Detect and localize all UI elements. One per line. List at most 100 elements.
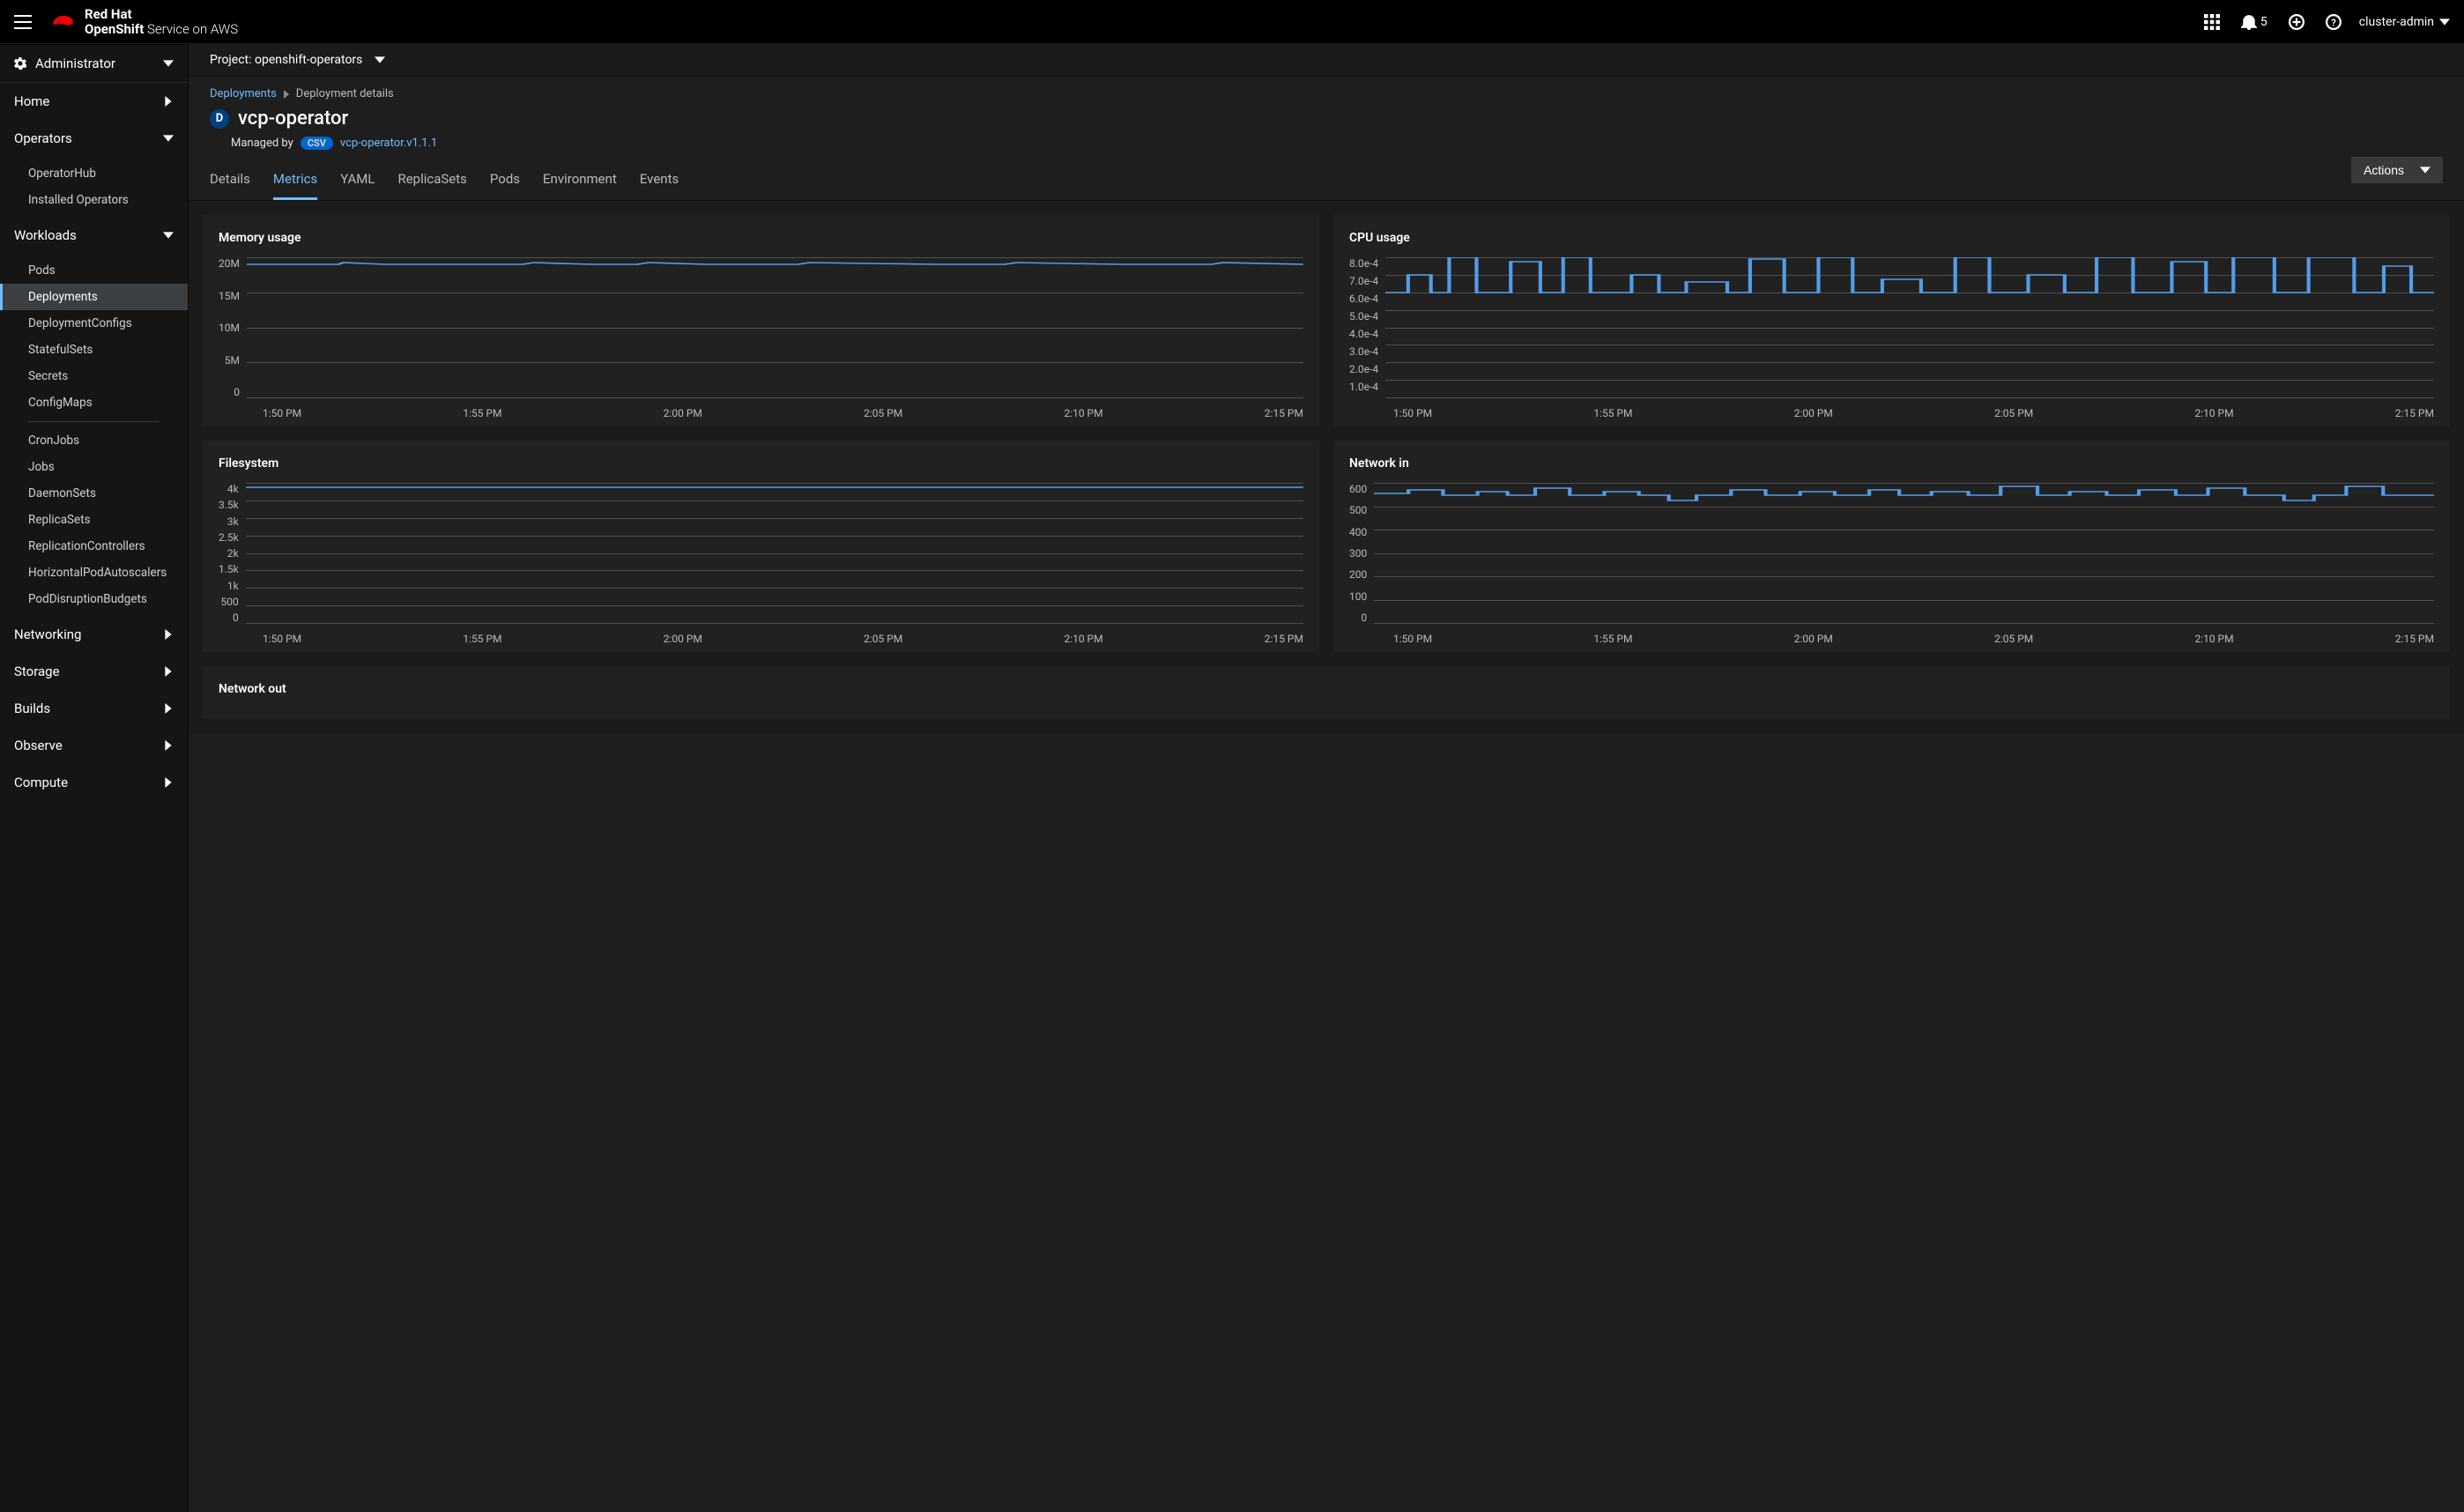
card-cpu: CPU usage 8.0e-47.0e-46.0e-45.0e-44.0e-4…: [1333, 215, 2450, 426]
sidebar-item-poddisruptionbudgets[interactable]: PodDisruptionBudgets: [0, 586, 188, 612]
actions-button[interactable]: Actions: [2351, 157, 2443, 183]
y-axis: 6005004003002001000: [1349, 483, 1374, 624]
chevron-down-icon: [163, 230, 174, 241]
csv-link[interactable]: vcp-operator.v1.1.1: [340, 137, 437, 150]
perspective-switcher[interactable]: Administrator: [0, 44, 188, 83]
deployment-badge: D: [210, 109, 229, 129]
main-content: Project: openshift-operators Deployments…: [189, 44, 2464, 1512]
sidebar-item-pods[interactable]: Pods: [0, 257, 188, 284]
caret-down-icon: [2439, 17, 2450, 27]
sidebar-item-deployments[interactable]: Deployments: [0, 284, 188, 310]
apps-icon[interactable]: [2204, 14, 2220, 30]
project-selector[interactable]: Project: openshift-operators: [189, 44, 2464, 77]
sidebar-section-workloads[interactable]: Workloads: [0, 217, 188, 254]
chevron-right-icon: [163, 96, 174, 107]
topbar: Red Hat OpenShift Service on AWS 5 ? clu…: [0, 0, 2464, 44]
chart-line: [1374, 483, 2434, 624]
chart-plot: [1385, 257, 2434, 398]
chevron-right-icon: [284, 90, 289, 99]
sidebar-item-statefulsets[interactable]: StatefulSets: [0, 337, 188, 363]
caret-down-icon: [375, 55, 385, 65]
sidebar-item-jobs[interactable]: Jobs: [0, 454, 188, 480]
card-title: Network in: [1349, 456, 2434, 471]
sidebar-item-replicationcontrollers[interactable]: ReplicationControllers: [0, 533, 188, 560]
charts-grid: Memory usage 20M15M10M5M0 1:50 PM1:55 PM…: [189, 201, 2464, 733]
redhat-logo-icon: [49, 13, 76, 31]
sidebar-section-networking[interactable]: Networking: [0, 616, 188, 653]
chevron-right-icon: [163, 740, 174, 751]
sidebar-section-home[interactable]: Home: [0, 83, 188, 120]
sidebar-item-operatorhub[interactable]: OperatorHub: [0, 160, 188, 187]
tab-details[interactable]: Details: [210, 171, 250, 200]
topbar-actions: 5 ?: [2204, 14, 2342, 30]
chart-plot: [247, 257, 1303, 398]
notifications-button[interactable]: 5: [2241, 14, 2267, 30]
tab-replicasets[interactable]: ReplicaSets: [397, 171, 466, 200]
page-title: vcp-operator: [238, 107, 348, 130]
y-axis: 4k3.5k3k2.5k2k1.5k1k5000: [219, 483, 246, 624]
notif-count: 5: [2260, 15, 2267, 29]
breadcrumb: Deployments Deployment details: [210, 87, 2443, 100]
x-axis: 1:50 PM1:55 PM2:00 PM2:05 PM2:10 PM2:15 …: [1393, 624, 2434, 645]
brand-text: Red Hat OpenShift Service on AWS: [85, 7, 238, 36]
sidebar-item-secrets[interactable]: Secrets: [0, 363, 188, 389]
chart-plot: [1374, 483, 2434, 624]
sidebar-section-builds[interactable]: Builds: [0, 690, 188, 727]
chevron-down-icon: [163, 58, 174, 69]
sidebar-item-cronjobs[interactable]: CronJobs: [0, 427, 188, 454]
tab-pods[interactable]: Pods: [490, 171, 520, 200]
chevron-right-icon: [163, 629, 174, 640]
card-title: Filesystem: [219, 456, 1303, 471]
chevron-right-icon: [163, 703, 174, 714]
brand-line1: Red Hat: [85, 7, 238, 22]
managed-by: Managed by CSV vcp-operator.v1.1.1: [231, 137, 2443, 150]
card-title: CPU usage: [1349, 231, 2434, 245]
tab-events[interactable]: Events: [640, 171, 679, 200]
y-axis: 8.0e-47.0e-46.0e-45.0e-44.0e-43.0e-42.0e…: [1349, 257, 1385, 398]
chart-plot: [246, 483, 1303, 624]
sidebar-item-horizontalpodautoscalers[interactable]: HorizontalPodAutoscalers: [0, 560, 188, 586]
sidebar-item-replicasets[interactable]: ReplicaSets: [0, 507, 188, 533]
sidebar-item-configmaps[interactable]: ConfigMaps: [0, 389, 188, 416]
tab-yaml[interactable]: YAML: [340, 171, 375, 200]
gear-icon: [14, 57, 26, 70]
chevron-down-icon: [163, 133, 174, 144]
sidebar-item-deploymentconfigs[interactable]: DeploymentConfigs: [0, 310, 188, 337]
plus-circle-icon[interactable]: [2289, 14, 2304, 30]
card-filesystem: Filesystem 4k3.5k3k2.5k2k1.5k1k5000 1:50…: [203, 441, 1319, 652]
chevron-right-icon: [163, 777, 174, 788]
chart-line: [1385, 257, 2434, 398]
sidebar-section-observe[interactable]: Observe: [0, 727, 188, 764]
x-axis: 1:50 PM1:55 PM2:00 PM2:05 PM2:10 PM2:15 …: [263, 624, 1303, 645]
breadcrumb-root[interactable]: Deployments: [210, 87, 277, 100]
hamburger-icon[interactable]: [14, 11, 35, 33]
user-name: cluster-admin: [2359, 15, 2434, 29]
page-header: Deployments Deployment details D vcp-ope…: [189, 77, 2464, 150]
sidebar-section-storage[interactable]: Storage: [0, 653, 188, 690]
sidebar-item-daemonsets[interactable]: DaemonSets: [0, 480, 188, 507]
page-title-row: D vcp-operator: [210, 107, 2443, 130]
help-icon[interactable]: ?: [2326, 14, 2342, 30]
sidebar: Administrator HomeOperators OperatorHubIn…: [0, 44, 189, 1512]
y-axis: 20M15M10M5M0: [219, 257, 247, 398]
sidebar-section-operators[interactable]: Operators: [0, 120, 188, 157]
tabs: Details Metrics YAML ReplicaSets Pods Environ…: [189, 159, 2464, 201]
svg-text:?: ?: [2331, 17, 2336, 28]
perspective-label: Administrator: [35, 56, 115, 71]
x-axis: 1:50 PM1:55 PM2:00 PM2:05 PM2:10 PM2:15 …: [1393, 398, 2434, 419]
bell-icon: [2241, 14, 2257, 30]
user-menu[interactable]: cluster-admin: [2359, 15, 2450, 29]
card-memory: Memory usage 20M15M10M5M0 1:50 PM1:55 PM…: [203, 215, 1319, 426]
card-title: Memory usage: [219, 231, 1303, 245]
tab-metrics[interactable]: Metrics: [273, 171, 317, 200]
card-network-out: Network out: [203, 666, 2450, 719]
sidebar-item-installed operators[interactable]: Installed Operators: [0, 187, 188, 213]
brand: Red Hat OpenShift Service on AWS: [49, 7, 238, 36]
sidebar-section-compute[interactable]: Compute: [0, 764, 188, 801]
tab-environment[interactable]: Environment: [543, 171, 617, 200]
csv-pill: CSV: [301, 137, 333, 150]
caret-down-icon: [2420, 165, 2431, 175]
breadcrumb-current: Deployment details: [296, 87, 394, 100]
card-network-in: Network in 6005004003002001000 1:50 PM1:…: [1333, 441, 2450, 652]
card-title: Network out: [219, 682, 2434, 696]
